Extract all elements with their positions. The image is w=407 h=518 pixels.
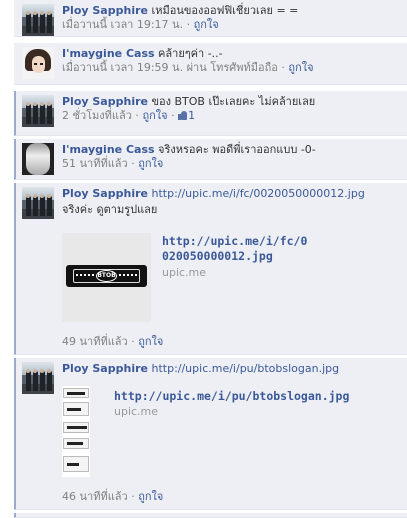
like-link[interactable]: ถูกใจ — [142, 109, 167, 122]
comment-timestamp[interactable]: 46 นาทีที่แล้ว — [62, 490, 128, 503]
like-count[interactable]: 1 — [178, 109, 195, 122]
btob-logo: BTOB — [96, 270, 117, 282]
comment-text: จริงค่ะ ดูตามรูปแลย — [62, 203, 158, 216]
comment-link[interactable]: http://upic.me/i/pu/btobslogan.jpg — [151, 362, 339, 375]
link-attachment[interactable]: http://upic.me/i/pu/btobslogan.jpg upic.… — [62, 386, 362, 479]
separator: · — [167, 109, 179, 122]
avatar[interactable] — [22, 362, 54, 394]
avatar[interactable] — [22, 143, 54, 175]
avatar[interactable] — [22, 4, 54, 36]
comment-author[interactable]: Ploy Sapphire — [62, 362, 148, 375]
separator: · — [127, 335, 139, 348]
separator: · — [277, 61, 289, 74]
thumbs-up-icon — [178, 111, 188, 120]
comment-text: ของ BTOB เป๊ะเลยคะ ไม่คล้ายเลย — [151, 95, 316, 108]
comment-author[interactable]: I'maygine Cass — [62, 143, 155, 156]
avatar[interactable] — [22, 187, 54, 219]
comment-text: เหมือนของออฟฟิเชี่ยวเลย = = — [151, 4, 299, 17]
attachment-domain: upic.me — [162, 266, 207, 279]
separator: · — [127, 157, 139, 170]
comment-timestamp[interactable]: 2 ชั่วโมงที่แล้ว — [62, 109, 132, 122]
link-attachment[interactable]: BTOB http://upic.me/i/fc/0020050000012.j… — [62, 233, 362, 325]
like-count-number: 1 — [188, 109, 196, 122]
like-link[interactable]: ถูกใจ — [288, 61, 313, 74]
attachment-title[interactable]: http://upic.me/i/fc/0020050000012.jpg — [162, 234, 312, 264]
attachment-title[interactable]: http://upic.me/i/pu/btobslogan.jpg — [114, 389, 364, 404]
comment-item: I'maygine Cass จริงหรอคะ พอดีพี่เราออกแบ… — [14, 139, 407, 180]
like-link[interactable]: ถูกใจ — [138, 490, 163, 503]
attachment-thumbnail[interactable] — [62, 386, 90, 477]
attachment-thumbnail[interactable]: BTOB — [62, 233, 151, 322]
comment-item: I'maygine Cass คล้ายๆค่า -..- เมื่อวานนี… — [14, 43, 407, 85]
like-link[interactable]: ถูกใจ — [138, 157, 163, 170]
comment-feed: Ploy Sapphire เหมือนของออฟฟิเชี่ยวเลย = … — [14, 0, 407, 518]
comment-timestamp[interactable]: 49 นาทีที่แล้ว — [62, 335, 128, 348]
comment-item: Ploy Sapphire เหมือนของออฟฟิเชี่ยวเลย = … — [14, 0, 407, 37]
comment-author[interactable]: Ploy Sapphire — [62, 4, 148, 17]
comment-text: คล้ายๆค่า -..- — [158, 47, 223, 60]
avatar[interactable] — [22, 95, 54, 127]
comment-author[interactable]: Ploy Sapphire — [62, 187, 148, 200]
attachment-domain: upic.me — [114, 405, 159, 418]
separator: · — [183, 18, 194, 31]
like-link[interactable]: ถูกใจ — [138, 335, 163, 348]
comment-author[interactable]: Ploy Sapphire — [62, 95, 148, 108]
comment-item: Ploy Sapphire http://upic.me/i/pu/btobsl… — [14, 358, 407, 510]
comment-item-partial — [14, 513, 407, 518]
comment-item: Ploy Sapphire http://upic.me/i/fc/002005… — [14, 183, 407, 355]
separator: · — [131, 109, 143, 122]
comment-text: จริงหรอคะ พอดีพี่เราออกแบบ -0- — [158, 143, 316, 156]
comment-timestamp[interactable]: เมื่อวานนี้ เวลา 19:59 น. ผ่าน โทรศัพท์ม… — [62, 61, 278, 74]
comment-author[interactable]: I'maygine Cass — [62, 47, 155, 60]
comment-item: Ploy Sapphire ของ BTOB เป๊ะเลยคะ ไม่คล้า… — [14, 91, 407, 136]
separator: · — [127, 490, 139, 503]
comment-timestamp[interactable]: เมื่อวานนี้ เวลา 19:17 น. — [62, 18, 183, 31]
like-link[interactable]: ถูกใจ — [194, 18, 219, 31]
comment-link[interactable]: http://upic.me/i/fc/0020050000012.jpg — [151, 187, 364, 200]
comment-timestamp[interactable]: 51 นาทีที่แล้ว — [62, 157, 128, 170]
avatar[interactable] — [22, 47, 54, 79]
